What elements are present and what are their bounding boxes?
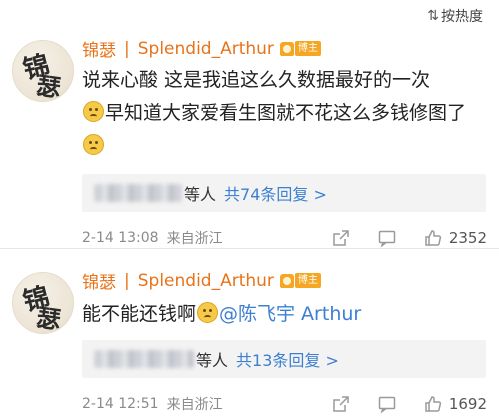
author-badge: 博主 [279,272,321,289]
share-icon[interactable] [331,394,351,414]
like-count: 1692 [448,395,487,413]
username[interactable]: 锦瑟 [82,268,116,293]
comment-location: 来自浙江 [166,397,223,413]
badge-label: 博主 [294,41,321,56]
sort-label: 按热度 [441,9,483,25]
crown-icon [279,41,294,56]
sort-icon: ⇅ [427,8,439,24]
comment-location: 来自浙江 [166,231,223,247]
badge-label: 博主 [294,273,321,288]
name-separator: | [124,270,130,291]
sad-face-emoji-icon [83,101,104,122]
user-alias[interactable]: Splendid_Arthur [138,39,274,59]
comment-time: 2-14 12:51 [82,396,159,412]
view-replies-link[interactable]: 共74条回复 > [224,181,327,205]
avatar[interactable]: 锦瑟 [12,40,74,102]
username[interactable]: 锦瑟 [82,36,116,61]
replies-suffix: 等人 [196,351,229,370]
sad-face-emoji-icon [83,134,104,155]
avatar[interactable]: 锦瑟 [12,272,74,334]
comment-icon[interactable] [377,228,397,248]
blurred-usernames [94,184,182,202]
comment-actions: 1692 [305,394,487,414]
view-replies-link[interactable]: 共13条回复 > [236,347,339,371]
replies-preview[interactable]: 等人 共74条回复 > [82,174,486,212]
comment-text-part2: 早知道大家爱看生图就不花这么多钱修图了 [105,102,467,124]
like-button[interactable]: 1692 [423,394,487,414]
sad-face-emoji-icon [197,302,219,323]
thumbs-up-icon [425,230,441,246]
comment-divider [0,248,499,249]
author-badge: 博主 [279,40,321,57]
comment-actions: 2352 [305,228,487,248]
comment-header: 锦瑟 | Splendid_Arthur 博主 [82,268,321,293]
crown-icon [279,273,294,288]
comment-text: 说来心酸 这是我追这么久数据最好的一次 早知道大家爱看生图就不花这么多钱修图了 [82,64,482,163]
replies-preview[interactable]: 等人 共13条回复 > [82,340,486,378]
comment-text: 能不能还钱啊 @陈飞宇 Arthur [82,298,482,331]
thumbs-up-icon [425,396,441,412]
comment-time: 2-14 13:08 [82,230,159,246]
comment-text-part1: 能不能还钱啊 [82,303,197,325]
comment-meta: 2-14 13:08 来自浙江 2352 [82,226,487,250]
like-button[interactable]: 2352 [423,228,487,248]
sort-by-hot-button[interactable]: ⇅ 按热度 [427,6,483,26]
like-count: 2352 [448,229,487,247]
blurred-usernames [94,350,194,368]
user-alias[interactable]: Splendid_Arthur [138,271,274,291]
replies-suffix: 等人 [184,185,217,204]
comment-header: 锦瑟 | Splendid_Arthur 博主 [82,36,321,61]
user-mention-link[interactable]: @陈飞宇 Arthur [219,303,361,325]
comment-text-part1: 说来心酸 这是我追这么久数据最好的一次 [82,69,431,91]
name-separator: | [124,38,130,59]
share-icon[interactable] [331,228,351,248]
comment-icon[interactable] [377,394,397,414]
comment-meta: 2-14 12:51 来自浙江 1692 [82,392,487,416]
